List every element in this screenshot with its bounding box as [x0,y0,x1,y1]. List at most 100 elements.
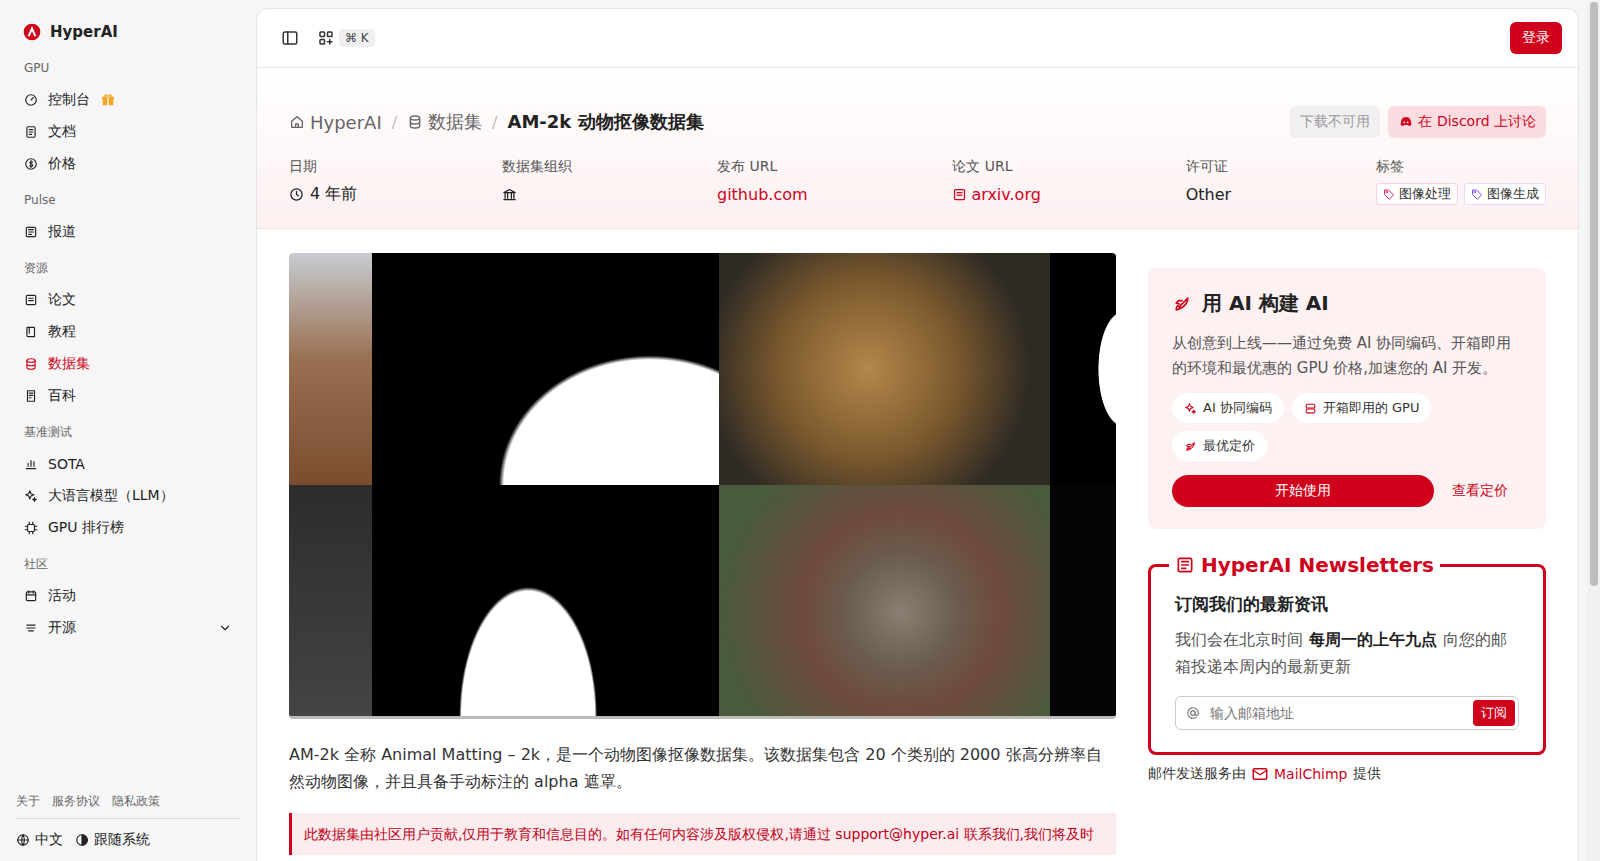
sidebar-footer: 关于服务协议隐私政策 中文 跟随系统 [16,793,240,849]
email-field: 订阅 [1175,696,1519,730]
sidebar-group: Pulse 报道 [16,190,240,248]
dataset-image [289,253,1116,719]
discord-icon [1398,114,1414,130]
language-switch[interactable]: 中文 [16,831,63,849]
home-icon [289,114,305,130]
sparkle-icon [1184,402,1197,415]
feature-chip: AI 协同编码 [1172,393,1284,423]
meta-row: 日期4 年前 数据集组织 发布 URLgithub.com 论文 URL arxiv.… [289,158,1546,206]
meta-field: 发布 URLgithub.com [717,158,808,206]
paper-link[interactable]: arxiv.org [952,185,1040,204]
theme-switch[interactable]: 跟随系统 [75,831,150,849]
meta-field: 数据集组织 [502,158,572,206]
top-bar: ⌘ K 登录 [257,9,1578,68]
page: HyperAIGPU控制台文档价格Pulse报道资源论文教程数据集百科基准测试S… [0,0,1600,861]
scrollbar[interactable] [1587,0,1600,861]
sidebar-item[interactable]: GPU 排行榜 [16,512,240,544]
sidebar-item[interactable]: 大语言模型（LLM） [16,480,240,512]
breadcrumb-item[interactable]: HyperAI [289,112,382,133]
notice: 此数据集由社区用户贡献,仅用于教育和信息目的。如有任何内容涉及版权侵权,请通过 … [289,813,1116,855]
chevron-icon [218,621,232,635]
content: AM-2k 全称 Animal Matting – 2k，是一个动物图像抠像数据… [257,229,1578,861]
promo-card: 用 AI 构建 AI从创意到上线——通过免费 AI 协同编码、开箱即用的环境和最… [1148,268,1546,529]
sidebar-item[interactable]: SOTA [16,448,240,480]
sidebar-group: 基准测试 SOTA大语言模型（LLM）GPU 排行榜 [16,422,240,544]
breadcrumb-separator: / [392,113,397,132]
contrast-icon [75,833,89,847]
discord-button[interactable]: 在 Discord 上讨论 [1388,106,1546,138]
pricing-link[interactable]: 查看定价 [1452,482,1508,500]
database-icon [407,114,423,130]
at-icon [1186,706,1200,720]
meta-field: 论文 URL arxiv.org [952,158,1040,206]
meta-field: 许可证Other [1186,158,1231,206]
scrollbar-thumb[interactable] [1590,2,1598,586]
sidebar-item[interactable]: 百科 [16,380,240,412]
gauge-icon [24,93,38,107]
newsletter-box: HyperAI Newsletters订阅我们的最新资讯我们会在北京时间每周一的… [1148,553,1546,755]
sidebar-item[interactable]: 活动 [16,580,240,612]
sidebar-item[interactable]: 开源 [16,612,240,644]
footer-link[interactable]: 隐私政策 [112,793,160,810]
email-input[interactable] [1208,704,1465,722]
list-icon [24,621,38,635]
sparkle-icon [24,489,38,503]
logo-icon [22,22,42,42]
footer-link[interactable]: 关于 [16,793,40,810]
main-panel: ⌘ K登录 HyperAI/ 数据集/ AM-2k 动物抠像数据集 下载不可用 … [256,8,1579,861]
tag[interactable]: 图像生成 [1464,183,1546,205]
doc-icon [24,125,38,139]
breadcrumb: HyperAI / 数据集 / AM-2k 动物抠像数据集 [289,110,704,134]
group-label: GPU [16,58,240,78]
book-icon [24,325,38,339]
shortcut-key[interactable]: ⌘ K [339,29,375,47]
logo[interactable]: HyperAI [16,16,240,48]
sidebar-item[interactable]: 报道 [16,216,240,248]
breadcrumb-separator: / [492,113,497,132]
sidebar-item[interactable]: 论文 [16,284,240,316]
group-label: 社区 [16,554,240,574]
footer-link[interactable]: 服务协议 [52,793,100,810]
wiki-icon [24,389,38,403]
apps-icon[interactable] [317,29,335,47]
sidebar-item[interactable]: 文档 [16,116,240,148]
newsletter-icon [1175,555,1195,575]
globe-icon [16,833,30,847]
breadcrumb-item[interactable]: 数据集 [407,110,482,134]
start-button[interactable]: 开始使用 [1172,475,1434,507]
subscribe-button[interactable]: 订阅 [1473,700,1515,726]
breadcrumb-item: AM-2k 动物抠像数据集 [508,110,704,134]
login-button[interactable]: 登录 [1510,22,1562,54]
group-label: 资源 [16,258,240,278]
gift-icon [100,92,116,108]
mailchimp-link[interactable]: MailChimp [1274,766,1348,782]
server-icon [1304,402,1317,415]
sidebar-item[interactable]: 控制台 [16,84,240,116]
sidebar-item[interactable]: 价格 [16,148,240,180]
group-label: Pulse [16,190,240,210]
rocket-icon [1172,294,1192,314]
sidebar-toggle-icon[interactable] [281,29,299,47]
database-icon [24,357,38,371]
institution-icon [502,187,517,202]
tag-icon [1383,188,1395,200]
sidebar-item[interactable]: 数据集 [16,348,240,380]
feature-chip: 最优定价 [1172,431,1267,461]
download-button[interactable]: 下载不可用 [1290,106,1380,138]
sidebar-item[interactable]: 教程 [16,316,240,348]
chart-icon [24,457,38,471]
group-label: 基准测试 [16,422,240,442]
rocket-icon [1184,440,1197,453]
mail-icon [1251,765,1269,783]
release-link[interactable]: github.com [717,185,808,204]
mail-credit: 邮件发送服务由MailChimp提供 [1148,765,1546,783]
sidebar-group: GPU 控制台文档价格 [16,58,240,180]
sidebar-group: 社区活动开源 [16,554,240,644]
dollar-icon [24,157,38,171]
meta-field: 日期4 年前 [289,158,357,206]
tag[interactable]: 图像处理 [1376,183,1458,205]
paper-icon [24,293,38,307]
description: AM-2k 全称 Animal Matting – 2k，是一个动物图像抠像数据… [289,741,1116,795]
feature-chip: 开箱即用的 GPU [1292,393,1432,423]
tag-icon [1471,188,1483,200]
